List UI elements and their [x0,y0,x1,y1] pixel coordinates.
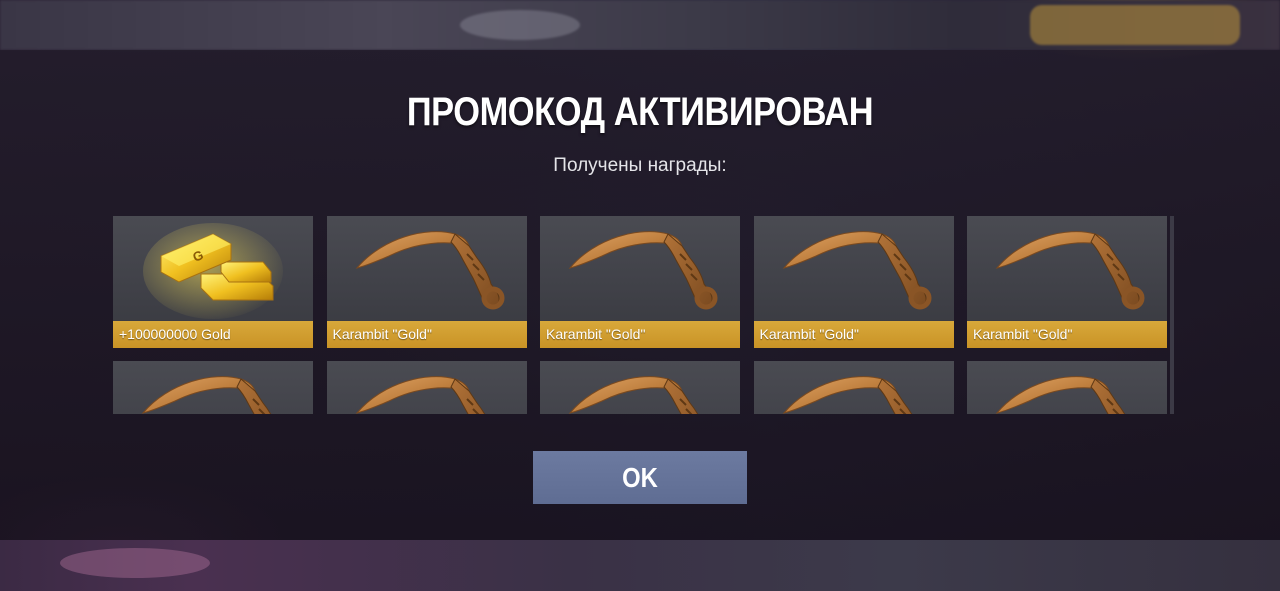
karambit-gold-icon [967,361,1167,414]
rewards-scrollbar[interactable] [1170,216,1174,414]
reward-card[interactable]: Karambit "Gold" [967,216,1167,348]
reward-label: Karambit "Gold" [326,321,527,348]
reward-card[interactable] [113,361,313,414]
ok-button[interactable]: OK [533,451,747,504]
karambit-gold-icon [967,216,1167,326]
karambit-gold-icon [113,361,313,414]
karambit-gold-icon [327,361,527,414]
reward-label: Karambit "Gold" [753,321,954,348]
reward-card[interactable] [326,361,527,414]
karambit-gold-icon [540,216,740,326]
karambit-gold-icon [540,361,740,414]
ok-button-label: OK [622,461,658,493]
reward-card[interactable] [753,361,954,414]
karambit-gold-icon [327,216,527,326]
reward-card[interactable]: Karambit "Gold" [540,216,740,348]
karambit-gold-icon [754,216,954,326]
karambit-gold-icon [754,361,954,414]
gold-bars-icon: G [113,216,313,326]
reward-card[interactable]: Karambit "Gold" [326,216,527,348]
background-top-strip [0,0,1280,50]
reward-card[interactable]: G +100000000 Gold [113,216,313,348]
dialog-title: ПРОМОКОД АКТИВИРОВАН [406,90,874,134]
reward-card[interactable] [540,361,740,414]
reward-card[interactable] [967,361,1167,414]
dialog-subtitle: Получены награды: [553,155,727,176]
background-bottom-strip [0,540,1280,591]
rewards-grid[interactable]: G +100000000 Gold Karambit "Gold" Karamb… [113,216,1173,414]
reward-label: +100000000 Gold [113,321,313,348]
reward-label: Karambit "Gold" [967,321,1167,348]
reward-card[interactable]: Karambit "Gold" [753,216,954,348]
reward-label: Karambit "Gold" [540,321,740,348]
